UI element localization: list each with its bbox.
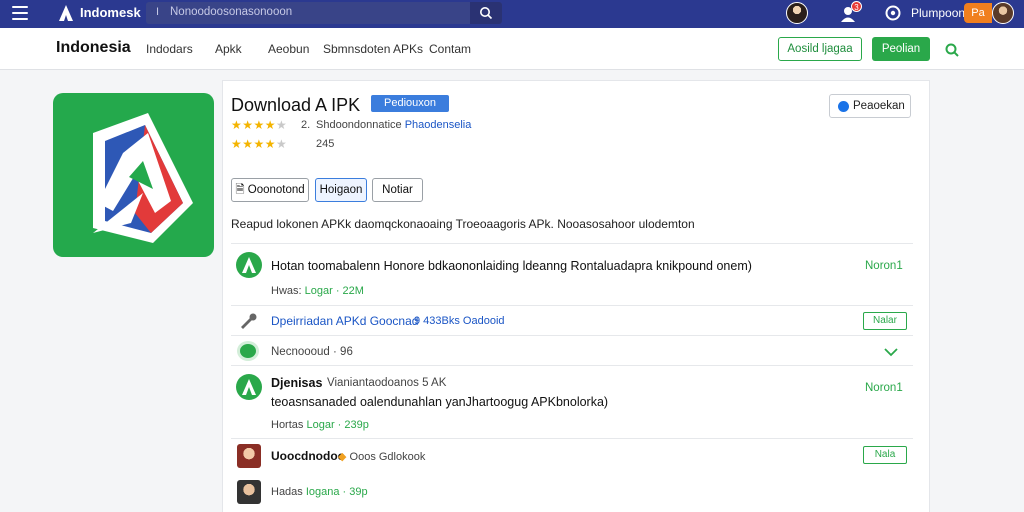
divider: [231, 305, 913, 306]
divider: [231, 365, 913, 366]
comment-meta-value: Iogana · 39p: [305, 486, 368, 498]
app-logo-icon: [93, 113, 193, 243]
comment-meta: ◆ Ooos Gdlokook: [338, 450, 425, 463]
download-button[interactable]: 🗎 Ooonotond: [231, 178, 309, 202]
row-small-icon: [237, 341, 259, 361]
row-status: Noron1: [865, 260, 903, 272]
row-description: teoasnsanaded oalendunahlan yanJhartoogu…: [271, 395, 609, 409]
app-description: Reapud lokonen APKk daomqckonaoaing Troe…: [231, 217, 695, 231]
nav-link-4[interactable]: Sbmnsdoten APKs: [323, 42, 423, 56]
app-icon: [53, 93, 214, 257]
rating-text-1: Shdoondonnatice Phaodenselia: [316, 119, 471, 131]
account-circle-icon[interactable]: [885, 5, 901, 21]
row-meta-label: Hwas:: [271, 285, 302, 297]
divider: [231, 243, 913, 244]
brand-name[interactable]: Indomesk: [80, 5, 141, 20]
rating-link[interactable]: Phaodenselia: [405, 119, 472, 131]
divider: [231, 438, 913, 439]
follow-dot-icon: [838, 101, 849, 112]
nav-link-2[interactable]: Apkk: [215, 42, 242, 56]
row-info: Necnoooud · 96: [271, 346, 353, 358]
rating-stars-2: ★★★★★: [231, 137, 288, 151]
nav-link-5[interactable]: Contam: [429, 42, 471, 56]
profile-avatar[interactable]: [786, 2, 808, 24]
chevron-down-icon[interactable]: [884, 347, 898, 357]
row-meta-value: Logar · 22M: [304, 285, 364, 297]
user-avatar[interactable]: [992, 2, 1014, 24]
comment-action-button[interactable]: Nala: [863, 446, 907, 464]
row-meta: Hwas: Logar · 22M: [271, 285, 364, 297]
row-app-icon: [236, 374, 262, 400]
award-icon: ◆: [338, 451, 347, 463]
row-name[interactable]: Djenisas: [271, 376, 322, 390]
divider: [231, 335, 913, 336]
search-lead-text: I: [156, 6, 160, 18]
a-letter-icon: [242, 257, 256, 273]
follow-button[interactable]: Peaoekan: [829, 94, 911, 118]
nav-link-1[interactable]: Indodars: [146, 42, 193, 56]
green-button[interactable]: Peolian: [872, 37, 930, 61]
outline-button[interactable]: Aosild ljagaa: [778, 37, 862, 61]
search-button[interactable]: [470, 2, 502, 24]
brand-logo-icon: [59, 5, 73, 21]
search-input[interactable]: Nonoodoosonasonooon: [170, 6, 292, 18]
nav-link-3[interactable]: Aeobun: [268, 42, 309, 56]
download-icon: 🗎: [235, 184, 245, 196]
row-action-button[interactable]: Nalar: [863, 312, 907, 330]
comment-author[interactable]: Uoocdnodoo: [271, 449, 345, 463]
site-title[interactable]: Indonesia: [56, 39, 131, 57]
row-app-icon: [236, 252, 262, 278]
apk-link[interactable]: Dpeirriadan APKd Goocnad: [271, 314, 418, 328]
orange-cta-button[interactable]: Pa: [964, 3, 992, 23]
menu-icon[interactable]: [12, 6, 28, 20]
rating-stars-1: ★★★★★: [231, 118, 288, 132]
row-meta: Hortas Logar · 239p: [271, 419, 369, 431]
highlight-button[interactable]: Hoigaon: [315, 178, 367, 202]
comment-meta-label: Hadas: [271, 486, 303, 498]
rating-value-1: 2.: [301, 119, 311, 131]
apk-link-meta-text: 9 433Bks Oadooid: [414, 315, 505, 327]
account-label[interactable]: Plumpoon: [911, 6, 965, 20]
comment-meta: Hadas Iogana · 39p: [271, 486, 368, 498]
apk-link-meta: 9 433Bks Oadooid: [414, 315, 505, 327]
nav-bar: Indonesia Indodars Apkk Aeobun Sbmnsdote…: [0, 28, 1024, 70]
app-title: Download A IPK: [231, 95, 361, 115]
comment-meta-text: Ooos Gdlokook: [349, 451, 426, 463]
follow-label: Peaoekan: [853, 100, 905, 112]
title-badge: Pediouxon: [371, 95, 449, 112]
row-status: Noron1: [865, 382, 903, 394]
row-meta-value: Logar · 239p: [306, 419, 369, 431]
row-subtitle: Vianiantaodoanos 5 AK: [327, 377, 447, 389]
a-letter-icon: [242, 379, 256, 395]
top-bar: Indomesk I Nonoodoosonasonooon 3 Plumpoo…: [0, 0, 1024, 28]
search-bar[interactable]: I Nonoodoosonasonooon: [146, 2, 502, 24]
download-label: Ooonotond: [247, 184, 305, 196]
wrench-icon: [241, 313, 257, 329]
notify-button[interactable]: Notiar: [372, 178, 423, 202]
app-detail-card: Download A IPK Pediouxon Peaoekan ★★★★★ …: [222, 80, 930, 512]
rating-value-2: 245: [316, 138, 335, 150]
row-title[interactable]: Hotan toomabalenn Honore bdkaononlaiding…: [271, 259, 752, 273]
nav-search-icon[interactable]: [944, 42, 960, 58]
notification-badge: 3: [851, 1, 862, 12]
user-thumbnail: [237, 480, 261, 504]
search-icon: [480, 7, 493, 20]
user-thumbnail: [237, 444, 261, 468]
rating-text: Shdoondonnatice: [316, 119, 402, 131]
row-meta-label: Hortas: [271, 419, 304, 431]
